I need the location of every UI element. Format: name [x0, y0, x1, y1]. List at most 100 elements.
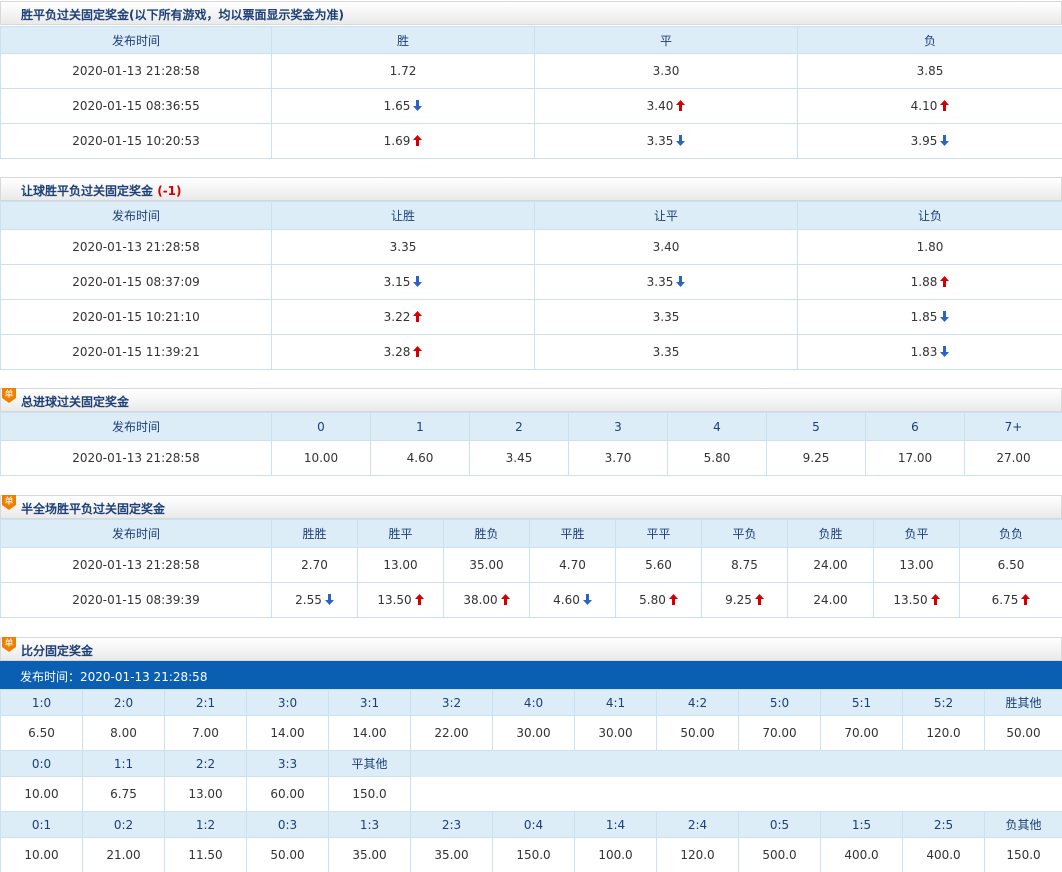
arrow-up-icon [500, 594, 510, 605]
score-header: 0:4 [492, 811, 575, 838]
odds-value: 3.22 [383, 310, 411, 324]
bf-title: 比分固定奖金 [21, 644, 94, 658]
odds-value: 10.00 [303, 451, 339, 465]
score-header: 5:0 [738, 689, 821, 716]
score-odds: 120.0 [656, 837, 739, 872]
odds-cell: 24.00 [787, 547, 874, 583]
table-row: 2020-01-13 21:28:58 1.72 3.30 3.85 [0, 53, 1062, 89]
odds-cell: 3.45 [469, 440, 569, 476]
odds-value: 4.60 [553, 593, 580, 607]
bqc-col-header: 负胜 [787, 519, 874, 548]
odds-cell: 1.85 [797, 299, 1062, 335]
odds-value: 4.60 [406, 451, 434, 465]
score-header: 3:2 [410, 689, 493, 716]
odds-value: 24.00 [813, 558, 848, 572]
odds-cell: 38.00 [443, 582, 530, 618]
score-odds: 70.00 [820, 715, 903, 751]
bqc-col-header: 平平 [615, 519, 702, 548]
odds-cell: 1.69 [271, 123, 535, 159]
empty-cell [902, 750, 985, 777]
odds-value: 3.85 [916, 64, 944, 78]
score-odds: 50.00 [246, 837, 329, 872]
score-odds: 30.00 [574, 715, 657, 751]
score-odds: 6.50 [0, 715, 83, 751]
arrow-up-icon [754, 594, 764, 605]
bqc-col-header: 平负 [701, 519, 788, 548]
table-row: 2020-01-13 21:28:58 3.35 3.40 1.80 [0, 229, 1062, 265]
score-odds: 10.00 [0, 776, 83, 812]
odds-value: 3.35 [652, 310, 680, 324]
odds-cell: 6.50 [959, 547, 1062, 583]
score-odds: 60.00 [246, 776, 329, 812]
odds-cell: 3.22 [271, 299, 535, 335]
score-odds: 14.00 [246, 715, 329, 751]
arrow-down-icon [940, 135, 950, 146]
odds-cell: 2.55 [271, 582, 358, 618]
odds-cell: 3.40 [534, 229, 798, 265]
publish-time: 2020-01-15 10:21:10 [0, 299, 272, 335]
odds-value: 2.70 [301, 558, 328, 572]
rqspf-col-header: 发布时间 [0, 201, 272, 230]
bf-header: 单 比分固定奖金 [0, 637, 1062, 661]
publish-time: 2020-01-15 08:37:09 [0, 264, 272, 300]
arrow-up-icon [940, 276, 950, 287]
odds-cell: 3.35 [534, 123, 798, 159]
zjq-header: 单 总进球过关固定奖金 [0, 388, 1062, 412]
odds-value: 3.30 [652, 64, 680, 78]
empty-cell [902, 776, 985, 812]
odds-cell: 2.70 [271, 547, 358, 583]
score-odds: 11.50 [164, 837, 247, 872]
score-odds: 150.0 [328, 776, 411, 812]
odds-value: 1.88 [910, 275, 938, 289]
odds-cell: 3.30 [534, 53, 798, 89]
odds-cell: 4.70 [529, 547, 616, 583]
score-header: 0:3 [246, 811, 329, 838]
spf-col-header: 负 [797, 26, 1062, 54]
rqspf-col-header: 让平 [534, 201, 798, 230]
odds-value: 3.35 [652, 345, 680, 359]
odds-value: 3.15 [383, 275, 411, 289]
odds-cell: 13.50 [873, 582, 960, 618]
score-header: 2:1 [164, 689, 247, 716]
odds-value: 1.65 [383, 99, 411, 113]
score-odds: 50.00 [984, 715, 1062, 751]
odds-cell: 13.50 [357, 582, 444, 618]
odds-value: 3.35 [646, 134, 674, 148]
arrow-down-icon [940, 346, 950, 357]
bqc-col-header: 负平 [873, 519, 960, 548]
arrow-up-icon [413, 346, 423, 357]
single-badge-icon: 单 [1, 494, 17, 511]
score-header: 5:2 [902, 689, 985, 716]
score-odds: 22.00 [410, 715, 493, 751]
table-row: 2020-01-15 11:39:21 3.28 3.35 1.83 [0, 334, 1062, 370]
score-header: 3:3 [246, 750, 329, 777]
score-header: 1:4 [574, 811, 657, 838]
score-odds: 7.00 [164, 715, 247, 751]
svg-text:单: 单 [4, 495, 13, 507]
arrow-down-icon [940, 311, 950, 322]
empty-cell [574, 776, 657, 812]
spf-header: 胜平负过关固定奖金(以下所有游戏，均以票面显示奖金为准) [0, 1, 1062, 25]
table-row: 2020-01-15 08:36:55 1.65 3.40 4.10 [0, 88, 1062, 124]
odds-value: 13.00 [899, 558, 934, 572]
odds-value: 6.50 [997, 558, 1025, 572]
publish-time: 2020-01-15 08:36:55 [0, 88, 272, 124]
odds-cell: 3.15 [271, 264, 535, 300]
table-row: 2020-01-15 08:37:09 3.15 3.35 1.88 [0, 264, 1062, 300]
odds-value: 5.80 [703, 451, 731, 465]
zjq-col-header: 2 [469, 412, 569, 441]
bqc-col-header: 胜负 [443, 519, 530, 548]
score-odds: 30.00 [492, 715, 575, 751]
score-header: 0:1 [0, 811, 83, 838]
odds-value: 9.25 [725, 593, 752, 607]
arrow-down-icon [324, 594, 334, 605]
publish-time: 2020-01-15 11:39:21 [0, 334, 272, 370]
table-row: 2020-01-13 21:28:58 10.00 4.60 3.45 3.70 5.80… [0, 440, 1062, 476]
arrow-down-icon [582, 594, 592, 605]
spf-title: 胜平负过关固定奖金(以下所有游戏，均以票面显示奖金为准) [21, 8, 344, 22]
rqspf-table: 发布时间 让胜 让平 让负 2020-01-13 21:28:58 3.35 3.40 1.8… [0, 201, 1062, 370]
score-odds: 13.00 [164, 776, 247, 812]
score-odds: 70.00 [738, 715, 821, 751]
odds-cell: 5.80 [615, 582, 702, 618]
odds-value: 13.50 [377, 593, 412, 607]
